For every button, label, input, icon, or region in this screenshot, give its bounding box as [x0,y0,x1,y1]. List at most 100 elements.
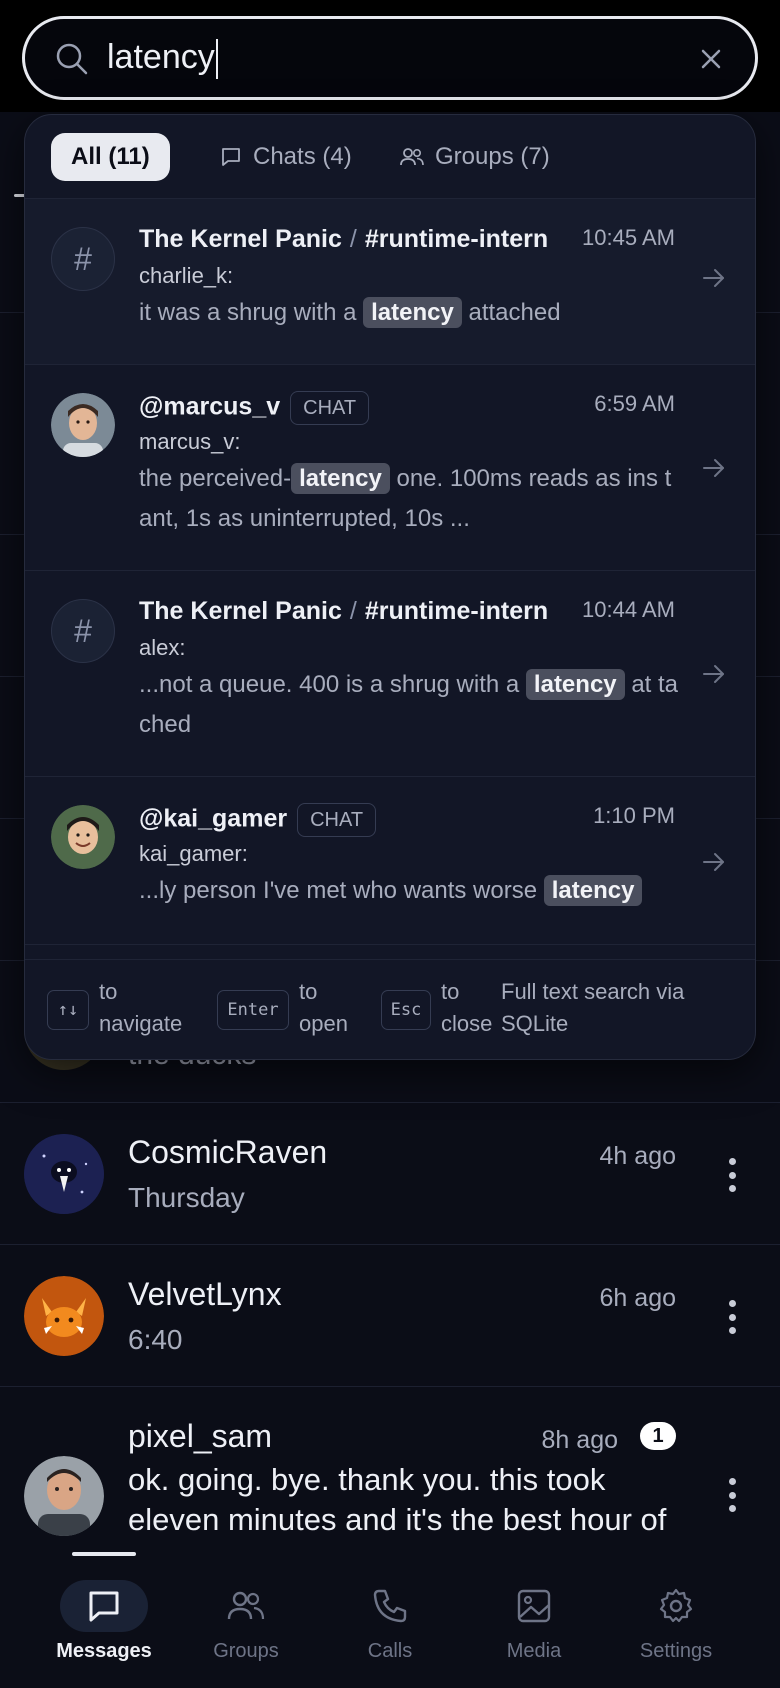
tab-groups[interactable]: Groups (7) [379,133,570,181]
result-sender: marcus_v: [139,429,241,454]
result-snippet: ...ly person I've met who wants worse la… [139,871,679,911]
nav-groups[interactable]: Groups [186,1580,306,1663]
result-title: @marcus_v CHAT [139,391,370,425]
result-sender: alex: [139,635,186,660]
unread-badge: 1 [640,1422,676,1450]
search-result[interactable]: @kai_gamer CHAT 1:10 PM kai_gamer: ...ly … [25,777,755,945]
enter-key-hint: Enter [217,990,289,1030]
close-icon[interactable] [697,45,725,73]
search-input-value: latency [107,38,215,76]
snippet-text: it was a shrug with a [139,299,357,326]
search-engine-note: Full text search via SQLite [501,979,685,1036]
tab-chats[interactable]: Chats (4) [199,133,372,181]
snippet-text: ...not a queue. 400 is a shrug with a [139,671,520,698]
conversation-name: CosmicRaven [128,1134,328,1170]
result-time: 6:59 AM [594,391,675,416]
shortcut-label: to open [299,979,348,1036]
result-time: 10:45 AM [582,225,675,250]
result-title: @kai_gamer CHAT [139,803,377,837]
avatar [24,1276,104,1356]
conversation-time: 8h ago [541,1426,618,1454]
search-result[interactable]: # The Kernel Panic / #runtime-intern 10:44… [25,571,755,777]
message-icon [60,1580,148,1632]
match-highlight: latency [525,669,625,700]
more-options-icon[interactable] [726,1158,738,1192]
nav-label: Messages [56,1640,152,1662]
conversation-name: VelvetLynx [128,1276,282,1312]
nav-settings[interactable]: Settings [616,1580,736,1663]
arrow-right-icon [703,853,724,871]
esc-key-hint: Esc [381,990,431,1030]
nav-messages[interactable]: Messages [44,1580,164,1663]
avatar [24,1134,104,1214]
more-options-icon[interactable] [726,1300,738,1334]
arrow-keys-hint: ↑↓ [47,990,89,1030]
search-result[interactable]: @marcus_v CHAT 6:59 AM marcus_v: the perc… [25,365,755,571]
avatar [51,393,115,457]
search-input[interactable]: latency [107,35,218,80]
more-options-icon[interactable] [726,1478,738,1512]
chat-name: @marcus_v [139,392,281,421]
tab-label: Groups (7) [435,143,550,170]
nav-media[interactable]: Media [474,1580,594,1663]
nav-label: Groups [213,1640,279,1662]
phone-icon [346,1580,434,1632]
nav-calls[interactable]: Calls [330,1580,450,1663]
tab-label: Chats (4) [253,143,352,170]
snippet-text: the perceived- [139,465,292,492]
arrow-right-icon [703,269,724,287]
match-highlight: latency [291,463,390,494]
hashtag-icon: # [51,227,115,291]
snippet-text: attached [468,299,561,326]
conversation-name: pixel_sam [128,1418,273,1454]
chat-type-chip: CHAT [290,391,370,425]
search-icon [56,43,88,75]
conversation-item[interactable]: VelvetLynx 6h ago 6:40 [0,1244,780,1386]
filter-tabs: All (11) Chats (4) Groups (7) [25,115,755,199]
conversation-preview: Thursday [128,1182,245,1213]
users-icon [202,1580,290,1632]
conversation-time: 6h ago [599,1284,676,1312]
title-separator: / [349,597,357,625]
group-name: The Kernel Panic [139,225,342,253]
channel-name: #runtime-intern [364,225,549,253]
conversation-preview: 6:40 [128,1324,183,1355]
search-bar[interactable]: latency [22,16,758,100]
image-icon [490,1580,578,1632]
arrow-right-icon [703,459,724,477]
arrow-right-icon [703,665,724,683]
text-caret [215,39,218,80]
channel-name: #runtime-intern [364,597,549,625]
snippet-text: ...ly person I've met who wants worse [139,877,538,904]
avatar [24,1456,104,1536]
conversation-preview: ok. going. bye. thank you. this took ele… [128,1462,667,1537]
match-highlight: latency [543,875,643,906]
result-title: The Kernel Panic / #runtime-intern [139,225,548,254]
shortcut-label: to close [441,979,493,1036]
nav-label: Settings [639,1640,713,1662]
chat-name: @kai_gamer [139,804,288,833]
hashtag-icon: # [51,599,115,663]
result-title: The Kernel Panic / #runtime-intern [139,597,548,626]
tab-all[interactable]: All (11) [51,133,170,181]
conversation-item[interactable]: pixel_sam 8h ago 1 ok. going. bye. thank… [0,1386,780,1562]
nav-label: Calls [367,1640,413,1662]
result-sender: kai_gamer: [139,841,248,866]
match-highlight: latency [363,297,462,328]
group-name: The Kernel Panic [139,597,342,625]
tab-label: All (11) [71,143,150,170]
title-separator: / [349,225,357,253]
result-snippet: the perceived-latency one. 100ms reads a… [139,459,679,539]
search-result[interactable]: # The Kernel Panic / #runtime-intern 10:45… [25,199,755,365]
result-time: 1:10 PM [593,803,675,828]
conversation-item[interactable]: CosmicRaven 4h ago Thursday [0,1102,780,1244]
shortcut-label: to navigate [99,979,183,1036]
users-icon [400,148,424,166]
avatar [51,805,115,869]
nav-label: Media [506,1640,562,1662]
gear-icon [632,1580,720,1632]
result-snippet: ...not a queue. 400 is a shrug with a la… [139,665,679,745]
keyboard-shortcuts-bar: ↑↓ to navigate Enter to open Esc to clos… [25,959,755,1059]
result-time: 10:44 AM [582,597,675,622]
result-sender: charlie_k: [139,263,234,288]
